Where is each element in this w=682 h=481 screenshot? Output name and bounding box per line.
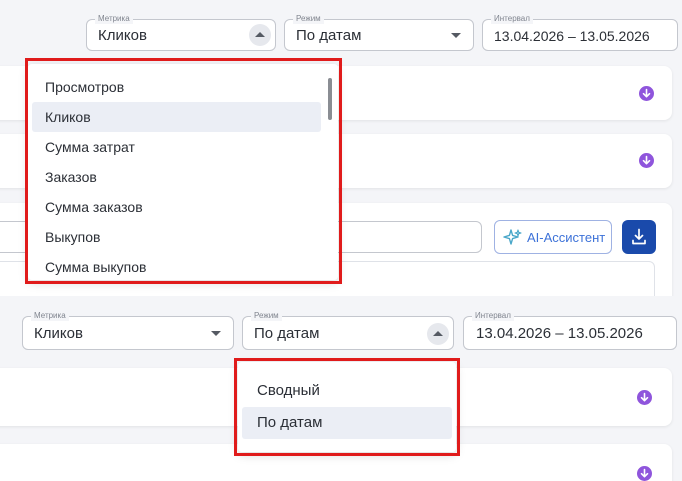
mode-options-list: Сводный По датам xyxy=(242,375,452,439)
interval-field[interactable]: Интервал 13.04.2026 – 13.05.2026 xyxy=(463,311,677,350)
metric-option[interactable]: Выкупов xyxy=(32,222,321,252)
ai-assistant-label: AI-Ассистент xyxy=(527,230,606,245)
metric-option[interactable]: Просмотров xyxy=(32,72,321,102)
metric-options-list: Просмотров Кликов Сумма затрат Заказов С… xyxy=(32,72,321,282)
chevron-up-icon xyxy=(433,331,443,336)
mode-select[interactable]: Режим По датам xyxy=(284,14,474,51)
metric-select[interactable]: Метрика Кликов xyxy=(86,14,276,51)
mode-option-selected[interactable]: По датам xyxy=(242,407,452,439)
metric-option[interactable]: Заказов xyxy=(32,162,321,192)
mode-value: По датам xyxy=(296,27,362,44)
mode-select[interactable]: Режим По датам xyxy=(242,311,454,350)
metric-legend: Метрика xyxy=(95,14,133,24)
chevron-down-icon xyxy=(451,33,461,38)
ai-assistant-button[interactable]: AI-Ассистент xyxy=(494,220,612,254)
interval-legend: Интервал xyxy=(491,14,533,24)
mode-value: По датам xyxy=(254,325,320,342)
chevron-up-icon xyxy=(255,32,265,37)
metric-legend: Метрика xyxy=(31,311,69,321)
arrow-down-circle-icon[interactable] xyxy=(639,86,654,101)
arrow-down-circle-icon[interactable] xyxy=(637,390,652,405)
collapse-pill xyxy=(249,24,271,46)
metric-dropdown: Просмотров Кликов Сумма затрат Заказов С… xyxy=(28,64,338,280)
metric-select[interactable]: Метрика Кликов xyxy=(22,311,234,350)
metric-value: Кликов xyxy=(98,27,147,44)
interval-field[interactable]: Интервал 13.04.2026 – 13.05.2026 xyxy=(482,14,678,51)
dropdown-scrollbar[interactable] xyxy=(328,78,332,120)
collapse-pill xyxy=(427,323,449,345)
sparkle-icon xyxy=(503,229,522,245)
metric-option-selected[interactable]: Кликов xyxy=(32,102,321,132)
metric-option[interactable]: Сумма выкупов xyxy=(32,252,321,282)
metric-option[interactable]: Сумма заказов xyxy=(32,192,321,222)
interval-legend: Интервал xyxy=(472,311,514,321)
arrow-down-circle-icon[interactable] xyxy=(637,466,652,481)
mode-dropdown: Сводный По датам xyxy=(238,362,456,452)
interval-value: 13.04.2026 – 13.05.2026 xyxy=(494,28,650,44)
mode-legend: Режим xyxy=(293,14,324,24)
download-icon xyxy=(632,228,646,245)
arrow-down-circle-icon[interactable] xyxy=(639,153,654,168)
download-button[interactable] xyxy=(622,220,656,254)
top-panel: Метрика Кликов Режим По датам Интервал 1… xyxy=(0,0,682,296)
mode-legend: Режим xyxy=(251,311,282,321)
metric-value: Кликов xyxy=(34,325,83,342)
metric-option[interactable]: Сумма затрат xyxy=(32,132,321,162)
mode-option[interactable]: Сводный xyxy=(242,375,452,407)
bottom-panel: Метрика Кликов Режим По датам Интервал 1… xyxy=(0,296,682,481)
interval-value: 13.04.2026 – 13.05.2026 xyxy=(476,325,643,342)
chevron-down-icon xyxy=(211,331,221,336)
